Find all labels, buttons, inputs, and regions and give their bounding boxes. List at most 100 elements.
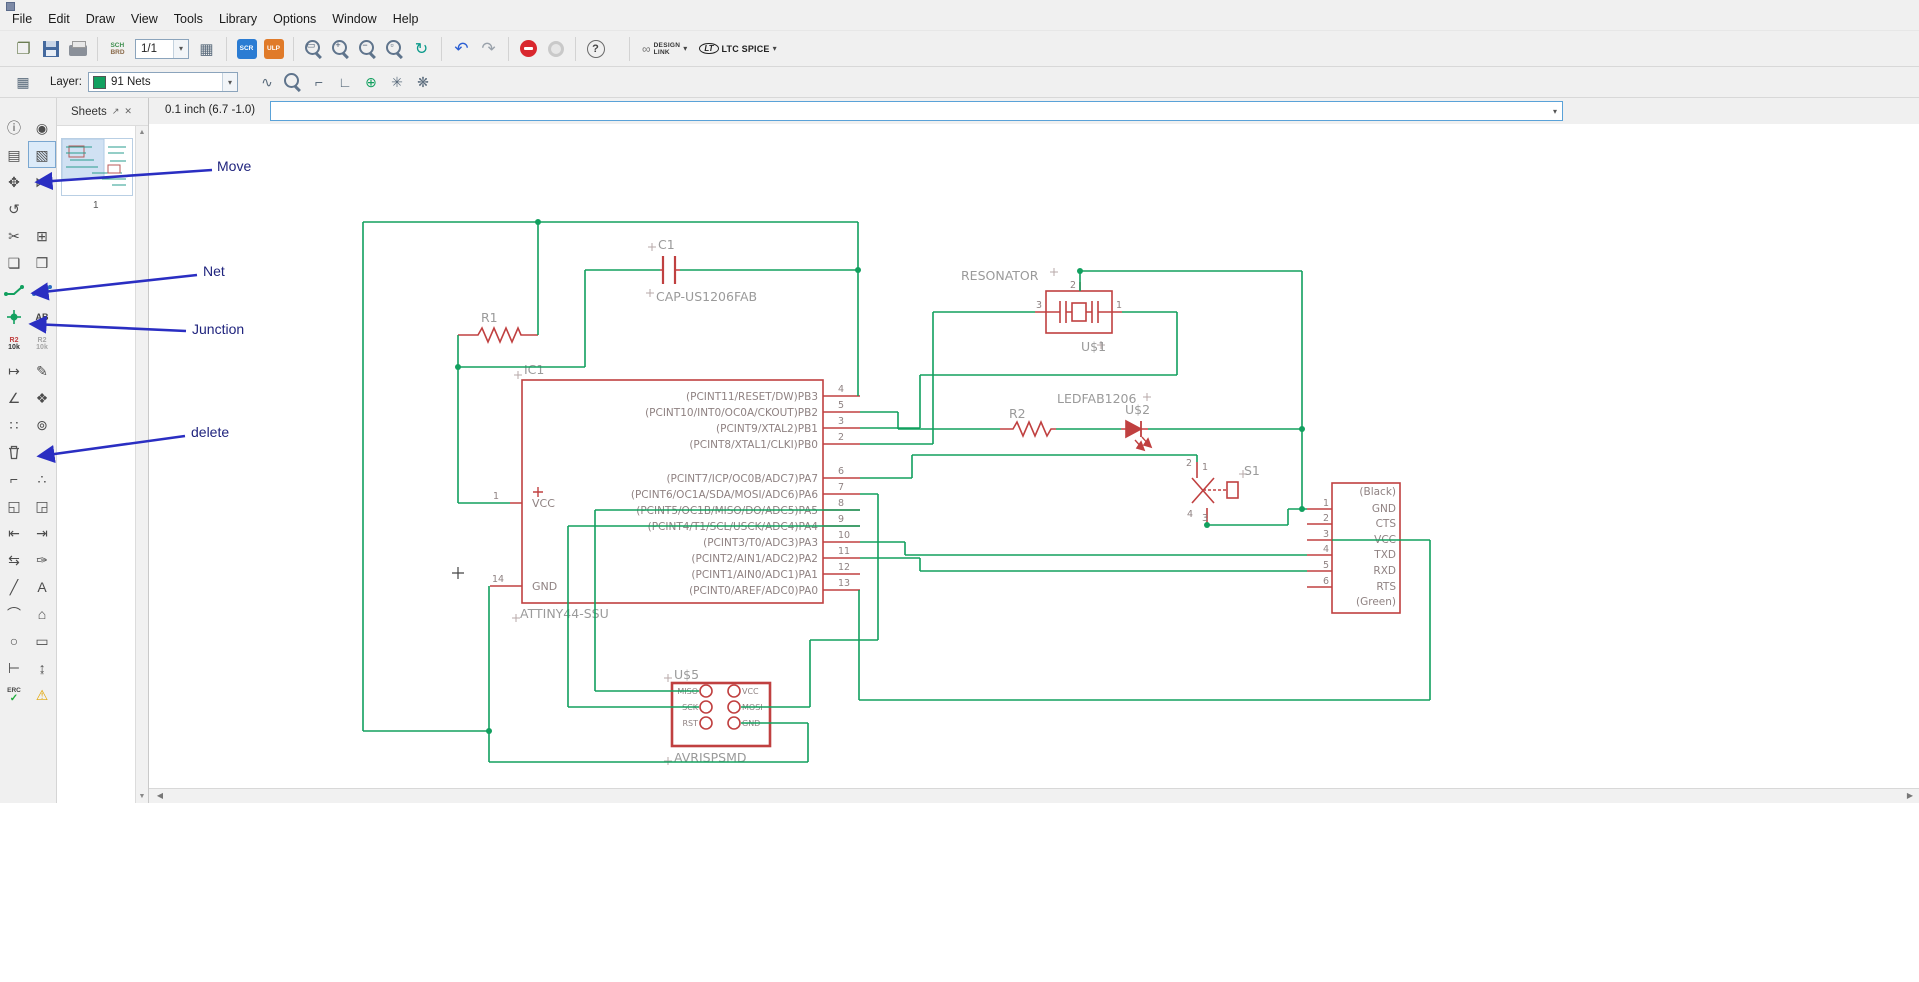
copy-tool[interactable]: ❏ [0,249,28,276]
add-net-button[interactable]: ⊕ [358,69,384,95]
info-tool[interactable]: ⓘ [0,114,28,141]
zoom-redraw-button[interactable]: ↻ [408,35,435,62]
zoom-out-button[interactable]: − [354,35,381,62]
rect-tool[interactable]: ▭ [28,627,56,654]
zoom-in-button[interactable]: + [327,35,354,62]
stop-button[interactable] [515,35,542,62]
sheet-selector[interactable]: 1/1 ▾ [135,38,189,59]
mirror-tool[interactable]: ⋈ [28,168,56,195]
scroll-up-arrow[interactable]: ▲ [136,126,148,139]
scr-button[interactable]: SCR [233,35,260,62]
measure-tool[interactable]: ↨ [28,654,56,681]
zoom-fit-button[interactable]: ▭ [300,35,327,62]
rotate-tool[interactable]: ↺ [0,195,28,222]
value-tool[interactable]: R2 10k [0,330,28,357]
wire-tool[interactable]: ╱ [0,573,28,600]
led-symbol[interactable] [1125,419,1143,439]
grid-settings-button[interactable]: ▦ [10,69,36,95]
polygon-tool[interactable]: ⌂ [28,600,56,627]
menu-window[interactable]: Window [324,9,384,29]
bus-tool[interactable] [28,276,56,303]
command-input[interactable] [271,102,1548,120]
zoom-net-button[interactable] [280,69,306,95]
show-tool[interactable]: ◉ [28,114,56,141]
close-icon[interactable]: ✕ [124,106,132,117]
bend-style-1-button[interactable]: ⌐ [306,69,332,95]
c1-symbol[interactable] [661,256,677,284]
junction-tool[interactable] [0,303,28,330]
scroll-left-arrow[interactable]: ◀ [153,789,167,802]
move-tool[interactable]: ✥ [0,168,28,195]
layer-selector[interactable]: 91 Nets ▾ [87,72,238,92]
sch-brd-toggle-button[interactable]: SCH BRD [104,35,131,62]
s1-symbol[interactable] [1191,477,1239,504]
ltc-spice-button[interactable]: LT LTC SPICE ▾ [693,35,782,62]
save-button[interactable] [37,35,64,62]
attribute-tool[interactable]: ❖ [28,384,56,411]
circle-tool[interactable]: ○ [0,627,28,654]
wire-style-button[interactable]: ∿ [254,69,280,95]
display-tool[interactable]: ▤ [0,141,28,168]
scroll-right-arrow[interactable]: ▶ [1903,789,1917,802]
menu-library[interactable]: Library [211,9,265,29]
undo-button[interactable]: ↶ [448,35,475,62]
grid-button[interactable]: ▦ [193,35,220,62]
group-tool[interactable]: ▧ [28,141,56,168]
pan-right-tool[interactable]: ⇥ [28,519,56,546]
sweep-tool[interactable]: ◱ [0,492,28,519]
paste-tool[interactable]: ❒ [28,249,56,276]
cut-tool[interactable]: ✂ [0,222,28,249]
name-tool[interactable]: ✎ [28,357,56,384]
sheets-scrollbar[interactable]: ▲ ▼ [135,126,148,803]
print-button[interactable] [64,35,91,62]
popout-icon[interactable]: ↗ [112,106,120,117]
dimension-tool[interactable]: ⊢ [0,654,28,681]
replace-tool[interactable]: ✑ [28,546,56,573]
text-tool[interactable]: A [28,573,56,600]
help-button[interactable]: ? [582,35,609,62]
delete-tool[interactable] [0,438,28,465]
menu-edit[interactable]: Edit [40,9,78,29]
tag-tool[interactable]: ⊚ [28,411,56,438]
schematic-canvas[interactable]: IC1 ATTINY44-SSU C1 CAP-US1206FAB R1 R2 … [149,124,1919,789]
erc-tool[interactable]: ERC ✓ [0,681,28,708]
chevron-down-icon[interactable]: ▾ [1548,102,1562,120]
sheet-page-number[interactable]: 1 [93,200,99,211]
component-symbols[interactable] [458,256,1401,748]
bend-style-2-button[interactable]: ∟ [332,69,358,95]
chevron-down-icon[interactable]: ▾ [221,73,237,91]
label-tool[interactable]: AB [28,303,56,330]
menu-options[interactable]: Options [265,9,324,29]
resonator-symbol[interactable] [1045,290,1113,334]
arc-tool[interactable]: ⌒ [0,600,28,627]
menu-file[interactable]: File [4,9,40,29]
add-tool[interactable]: ⊞ [28,222,56,249]
array-tool[interactable]: ∷ [0,411,28,438]
go-button[interactable] [542,35,569,62]
net-wires[interactable] [362,219,1431,763]
miter-tool[interactable]: ∠ [0,384,28,411]
scroll-down-arrow[interactable]: ▼ [136,790,148,803]
r2-symbol[interactable] [1000,419,1056,439]
sheet-thumbnail[interactable] [61,138,133,196]
ripup-tool[interactable]: ⌐ [0,465,28,492]
settings-2-button[interactable]: ❋ [410,69,436,95]
pinswap-tool[interactable]: ↦ [0,357,28,384]
errors-tool[interactable]: ⚠ [28,681,56,708]
open-button[interactable]: ❐ [10,35,37,62]
zoom-select-button[interactable]: ▫ [381,35,408,62]
r1-symbol[interactable] [458,325,538,345]
smash-tool[interactable]: R2 10k [28,330,56,357]
swap-tool[interactable]: ⇆ [0,546,28,573]
menu-tools[interactable]: Tools [166,9,211,29]
net-tool[interactable] [0,276,28,303]
pan-left-tool[interactable]: ⇤ [0,519,28,546]
gateswap-tool[interactable]: ◲ [28,492,56,519]
select-tool[interactable]: ∴ [28,465,56,492]
menu-help[interactable]: Help [385,9,427,29]
ulp-button[interactable]: ULP [260,35,287,62]
menu-draw[interactable]: Draw [78,9,123,29]
command-combo[interactable]: ▾ [270,101,1563,121]
settings-button[interactable]: ✳ [384,69,410,95]
design-link-button[interactable]: ∞ DESIGN LINK ▾ [636,35,693,62]
